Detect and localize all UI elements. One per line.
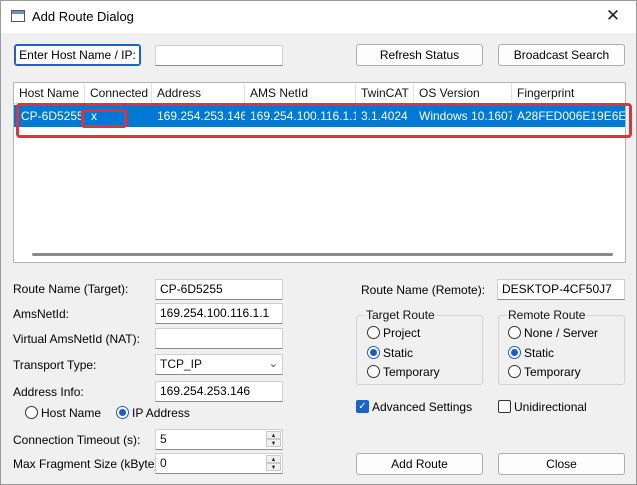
spin-up-icon[interactable]: ▲ <box>266 455 281 463</box>
host-name-radio[interactable] <box>25 406 38 419</box>
enter-host-button[interactable]: Enter Host Name / IP: <box>14 44 141 66</box>
highlight-connected-annotation <box>81 109 127 128</box>
col-os-version[interactable]: OS Version <box>414 83 512 104</box>
col-address[interactable]: Address <box>152 83 245 104</box>
col-fingerprint[interactable]: Fingerprint <box>512 83 627 104</box>
window-title: Add Route Dialog <box>32 9 134 24</box>
host-name-input[interactable] <box>155 45 283 66</box>
add-route-dialog: Add Route Dialog ✕ Enter Host Name / IP:… <box>0 0 637 485</box>
connection-timeout-value: 5 <box>160 432 167 446</box>
add-route-button[interactable]: Add Route <box>356 453 483 475</box>
address-info-input[interactable]: 169.254.253.146 <box>155 381 283 402</box>
remote-none-label: None / Server <box>524 326 599 340</box>
virtual-amsnetid-label: Virtual AmsNetId (NAT): <box>13 332 140 346</box>
amsnetid-input[interactable]: 169.254.100.116.1.1 <box>155 303 283 324</box>
target-project-radio[interactable] <box>367 326 380 339</box>
spin-down-icon[interactable]: ▼ <box>266 439 281 447</box>
window-app-icon <box>11 10 25 22</box>
ip-address-radio[interactable] <box>116 406 129 419</box>
target-temporary-label: Temporary <box>383 365 440 379</box>
address-info-label: Address Info: <box>13 385 84 399</box>
horizontal-scrollbar[interactable] <box>32 253 613 256</box>
col-twincat[interactable]: TwinCAT <box>356 83 414 104</box>
transport-type-label: Transport Type: <box>13 358 97 372</box>
remote-none-radio[interactable] <box>508 326 521 339</box>
target-project-label: Project <box>383 326 421 340</box>
close-button[interactable]: Close <box>498 453 625 475</box>
remote-temporary-radio[interactable] <box>508 365 521 378</box>
refresh-status-button[interactable]: Refresh Status <box>356 44 483 66</box>
max-fragment-stepper[interactable]: 0 ▲ ▼ <box>155 453 283 474</box>
max-fragment-label: Max Fragment Size (kByte): <box>13 457 162 471</box>
unidirectional-label: Unidirectional <box>514 400 587 414</box>
target-static-label: Static <box>383 346 414 360</box>
target-static-radio[interactable] <box>367 346 380 359</box>
route-name-target-label: Route Name (Target): <box>13 282 129 296</box>
route-name-remote-label: Route Name (Remote): <box>361 283 486 297</box>
transport-type-value: TCP_IP <box>160 357 203 371</box>
virtual-amsnetid-input[interactable] <box>155 328 283 349</box>
transport-type-select[interactable]: TCP_IP ⌄ <box>155 354 283 375</box>
remote-route-title: Remote Route <box>506 308 588 322</box>
host-name-radio-label: Host Name <box>41 406 102 420</box>
remote-static-label: Static <box>524 346 555 360</box>
amsnetid-label: AmsNetId: <box>13 307 70 321</box>
chevron-down-icon: ⌄ <box>268 358 278 370</box>
target-route-title: Target Route <box>364 308 437 322</box>
close-icon[interactable]: ✕ <box>598 3 628 29</box>
connection-timeout-spin[interactable]: ▲ ▼ <box>266 431 281 448</box>
advanced-settings-checkbox[interactable]: ✓ <box>356 400 369 413</box>
spin-up-icon[interactable]: ▲ <box>266 431 281 439</box>
connection-timeout-stepper[interactable]: 5 ▲ ▼ <box>155 429 283 450</box>
target-temporary-radio[interactable] <box>367 365 380 378</box>
max-fragment-value: 0 <box>160 456 167 470</box>
remote-temporary-label: Temporary <box>524 365 581 379</box>
max-fragment-spin[interactable]: ▲ ▼ <box>266 455 281 472</box>
advanced-settings-label: Advanced Settings <box>372 400 473 414</box>
broadcast-search-button[interactable]: Broadcast Search <box>498 44 625 66</box>
route-name-target-input[interactable]: CP-6D5255 <box>155 279 283 300</box>
list-header: Host Name Connected Address AMS NetId Tw… <box>14 83 625 104</box>
col-connected[interactable]: Connected <box>85 83 152 104</box>
spin-down-icon[interactable]: ▼ <box>266 463 281 471</box>
connection-timeout-label: Connection Timeout (s): <box>13 433 141 447</box>
unidirectional-checkbox[interactable] <box>498 400 511 413</box>
title-bar: Add Route Dialog ✕ <box>1 1 636 33</box>
route-name-remote-input[interactable]: DESKTOP-4CF50J7 <box>497 279 625 300</box>
remote-static-radio[interactable] <box>508 346 521 359</box>
col-ams-netid[interactable]: AMS NetId <box>245 83 356 104</box>
col-host-name[interactable]: Host Name <box>14 83 85 104</box>
ip-address-radio-label: IP Address <box>132 406 190 420</box>
